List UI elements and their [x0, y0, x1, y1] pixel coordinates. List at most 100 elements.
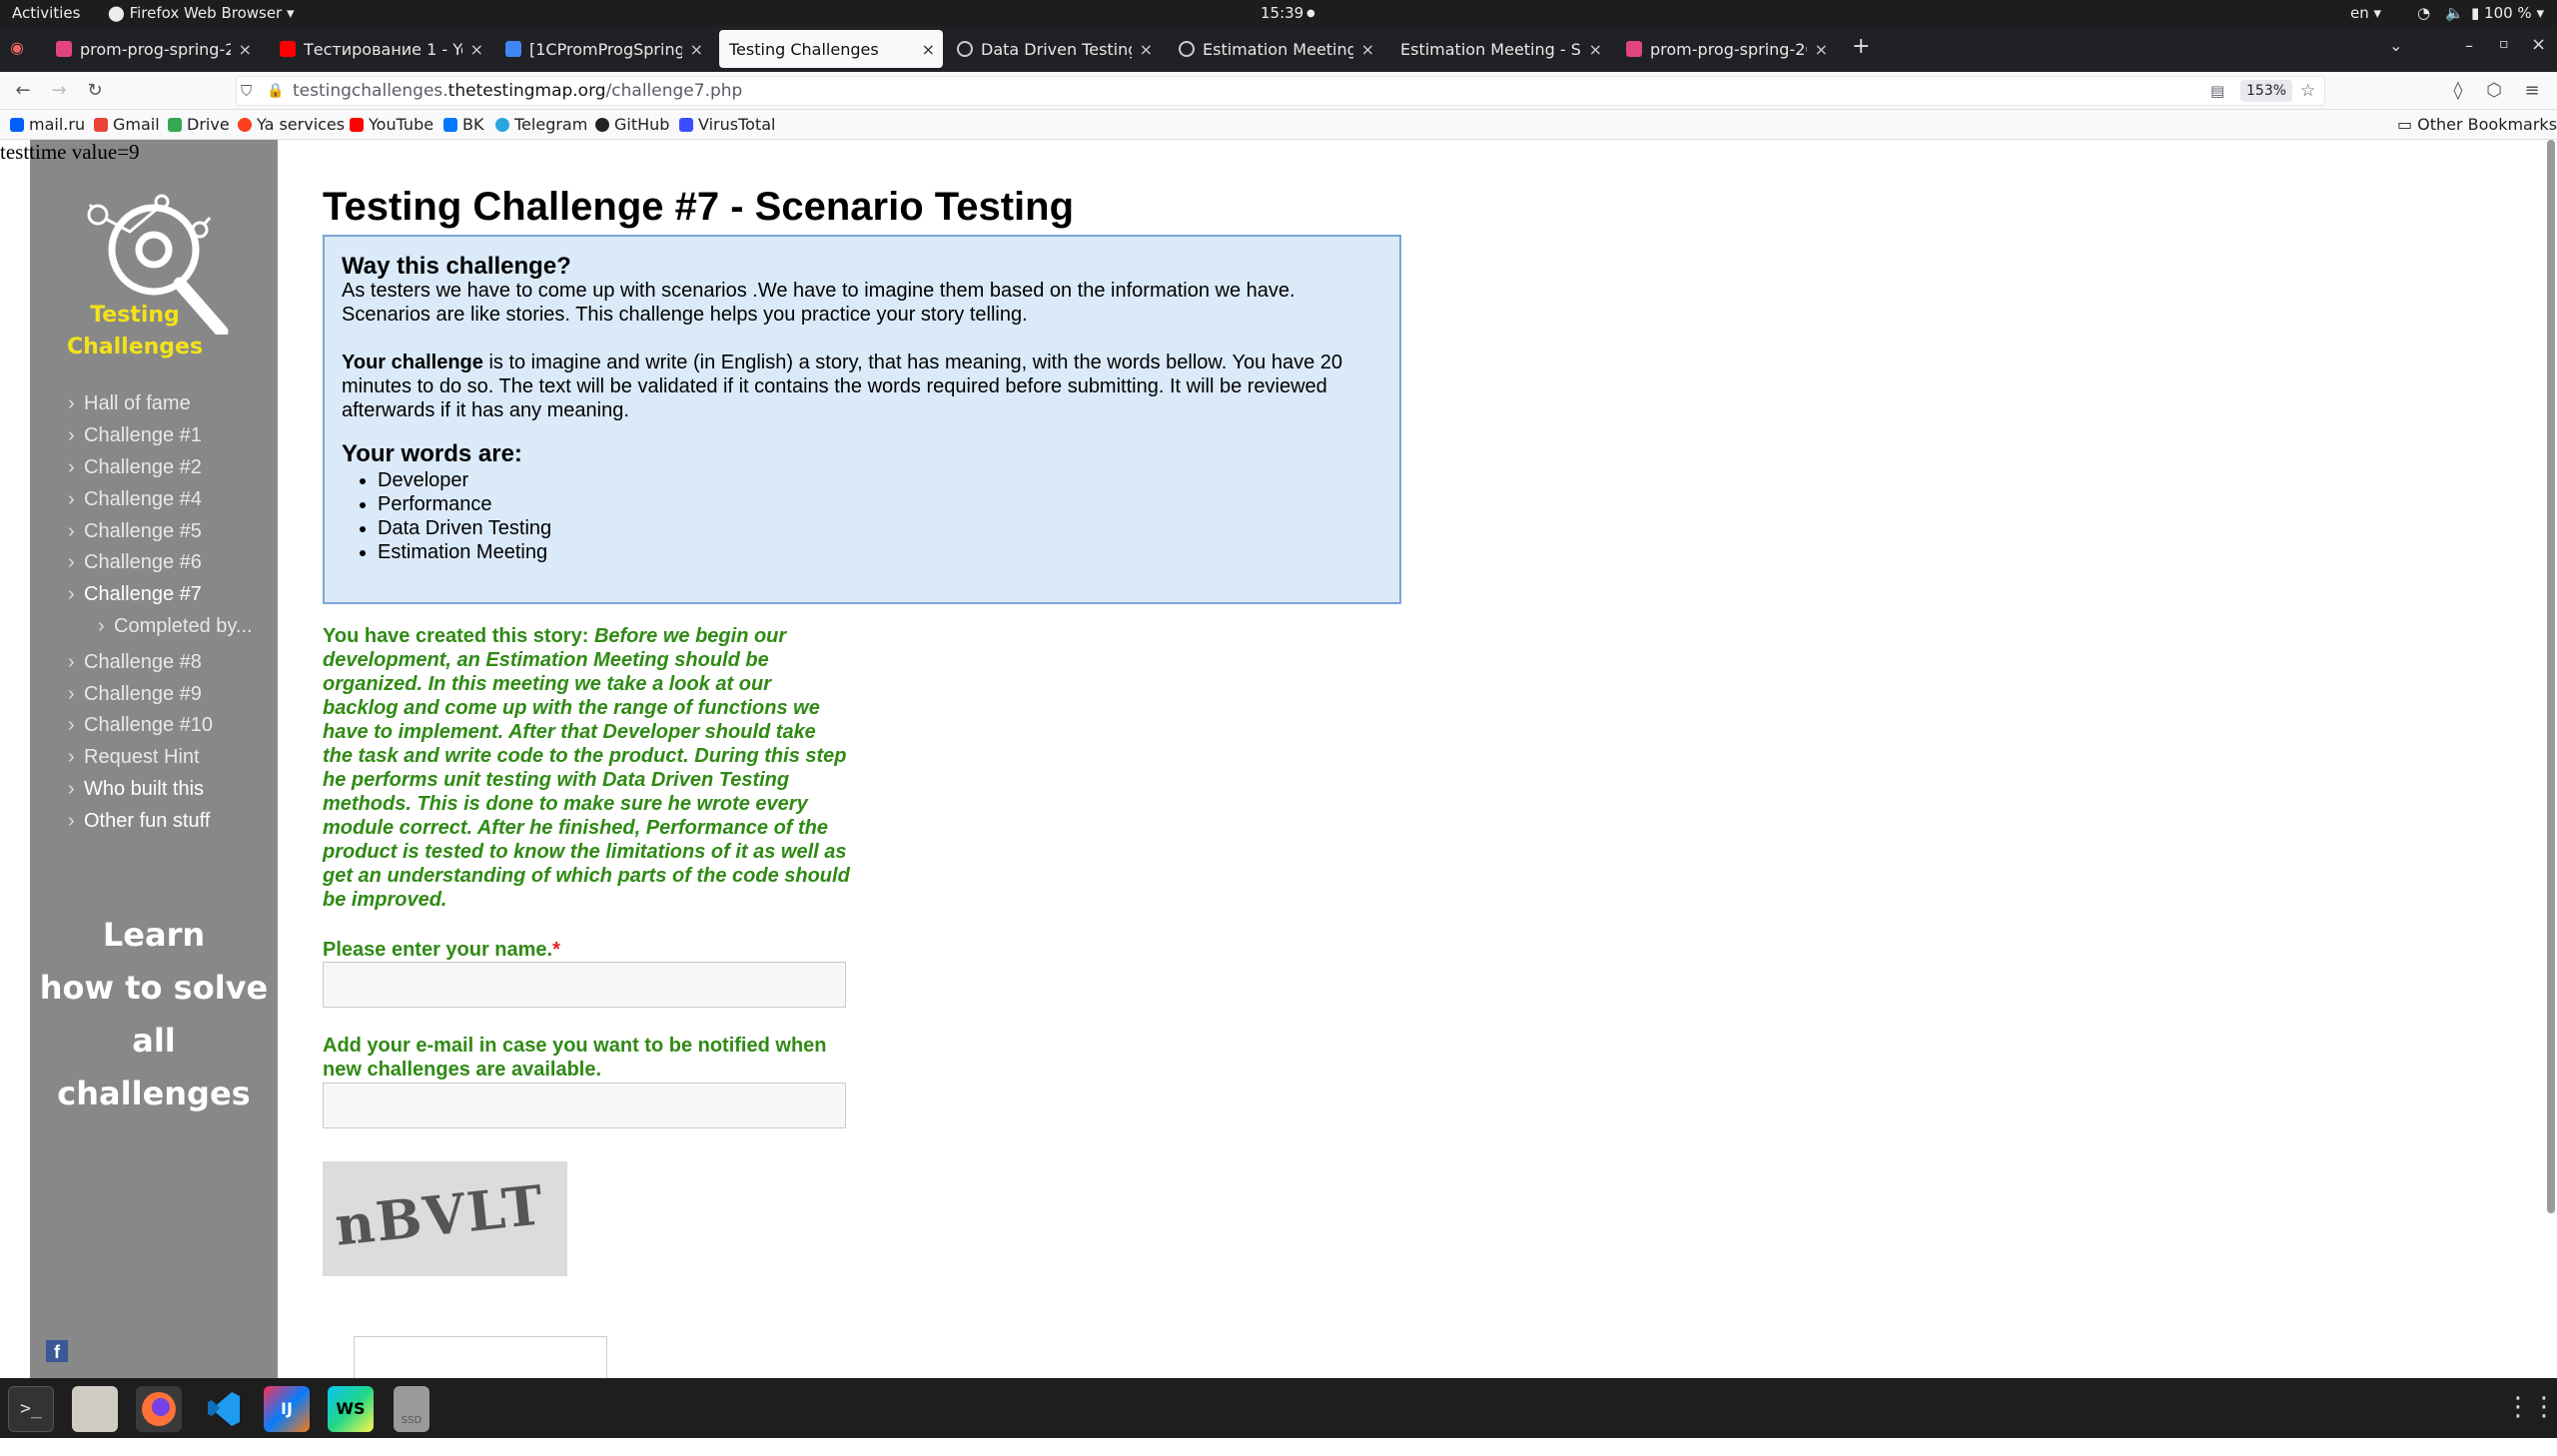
bookmark-ya-services[interactable]: Ya services — [238, 115, 345, 134]
extensions-icon[interactable]: ⬡ — [2481, 78, 2507, 104]
address-bar[interactable]: ⛉ 🔒 testingchallenges.thetestingmap.org/… — [236, 76, 2325, 106]
sidebar-item-challenge-2[interactable]: › Challenge #2 — [68, 456, 202, 479]
tab-data-driven-testing[interactable]: Data Driven Testing - П× — [947, 30, 1161, 68]
captcha-image: nBVLT — [323, 1161, 567, 1276]
webstorm-icon[interactable]: WS — [328, 1386, 374, 1432]
clock[interactable]: 15:39 — [1261, 4, 1303, 22]
wifi-icon[interactable]: ◔ — [2417, 4, 2430, 22]
volume-icon[interactable]: 🔈 — [2445, 4, 2464, 22]
lock-icon[interactable]: 🔒 — [267, 77, 284, 105]
intellij-icon[interactable]: IJ — [264, 1386, 310, 1432]
battery-indicator[interactable]: ▮ 100 % ▾ — [2471, 4, 2544, 22]
learn-how-to-solve-banner[interactable]: Learn how to solve all challenges — [30, 909, 278, 1120]
sidebar-item-request-hint[interactable]: › Request Hint — [68, 746, 200, 769]
virustotal-icon — [679, 117, 693, 132]
words-heading: Your words are: — [342, 440, 522, 467]
sidebar-item-challenge-9[interactable]: › Challenge #9 — [68, 683, 202, 706]
telegram-icon — [495, 117, 509, 132]
tab-strip: ◉ prom-prog-spring-2023× Тестирование 1 … — [0, 26, 2557, 72]
shield-icon[interactable]: ⛉ — [241, 77, 252, 105]
tab-docs[interactable]: [1CPromProgSpring2023]× — [495, 30, 711, 68]
firefox-dock-icon[interactable] — [136, 1386, 182, 1432]
language-indicator[interactable]: en ▾ — [2350, 4, 2381, 22]
bookmark-mailru[interactable]: mail.ru — [10, 115, 85, 134]
bookmark-vk[interactable]: BK — [443, 115, 483, 134]
bookmark-drive[interactable]: Drive — [168, 115, 230, 134]
close-icon[interactable]: × — [922, 40, 935, 59]
reader-view-icon[interactable]: ▤ — [2210, 77, 2224, 105]
sidebar-item-challenge-7[interactable]: › Challenge #7 — [68, 583, 202, 606]
mailru-icon — [10, 117, 24, 132]
bookmark-star-icon[interactable]: ☆ — [2300, 77, 2315, 105]
required-mark: * — [552, 939, 560, 961]
list-all-tabs-icon[interactable]: ⌄ — [2389, 36, 2402, 55]
slack-icon — [56, 41, 72, 57]
tab-estimation-meeting-scrum[interactable]: Estimation Meeting - Scrum× — [1390, 30, 1610, 68]
page-title: Testing Challenge #7 - Scenario Testing — [323, 185, 1075, 229]
close-icon[interactable]: × — [1815, 40, 1828, 59]
name-input[interactable] — [323, 962, 846, 1008]
close-icon[interactable]: × — [239, 40, 252, 59]
sidebar-item-hall-of-fame[interactable]: › Hall of fame — [68, 392, 191, 415]
ssd-drive-icon[interactable]: SSD — [394, 1386, 429, 1432]
close-icon[interactable]: × — [1589, 40, 1602, 59]
forward-icon[interactable]: → — [46, 78, 72, 104]
tab-testing-challenges[interactable]: Testing Challenges × — [719, 30, 943, 68]
facebook-icon[interactable]: f — [46, 1340, 68, 1362]
terminal-icon[interactable]: >_ — [8, 1386, 54, 1432]
close-icon[interactable]: × — [690, 40, 703, 59]
captcha-input[interactable] — [354, 1336, 607, 1378]
tab-youtube[interactable]: Тестирование 1 - YouTube× — [270, 30, 491, 68]
bookmark-telegram[interactable]: Telegram — [495, 115, 587, 134]
app-menu[interactable]: ⬤ Firefox Web Browser ▾ — [108, 4, 295, 22]
email-input[interactable] — [323, 1083, 846, 1128]
scrollbar-thumb[interactable] — [2547, 140, 2555, 1213]
sidebar-item-challenge-5[interactable]: › Challenge #5 — [68, 520, 202, 543]
system-top-bar: Activities ⬤ Firefox Web Browser ▾ 15:39… — [0, 0, 2557, 26]
maximize-icon[interactable]: ▫ — [2499, 36, 2509, 52]
url-path: /challenge7.php — [605, 81, 743, 101]
sidebar-item-other-fun-stuff[interactable]: › Other fun stuff — [68, 810, 210, 833]
bookmark-youtube[interactable]: YouTube — [350, 115, 433, 134]
close-icon[interactable]: × — [470, 40, 483, 59]
menu-icon[interactable]: ≡ — [2519, 78, 2545, 104]
bookmark-gmail[interactable]: Gmail — [94, 115, 160, 134]
sidebar-item-completed-by[interactable]: › Completed by... — [98, 615, 253, 638]
sidebar-item-challenge-10[interactable]: › Challenge #10 — [68, 714, 213, 737]
url-prefix: testingchallenges. — [293, 81, 448, 101]
sidebar-item-challenge-6[interactable]: › Challenge #6 — [68, 551, 202, 574]
window-close-icon[interactable]: × — [2531, 34, 2546, 55]
sidebar: Testing Challenges › Hall of fame › Challe… — [30, 140, 278, 1378]
tab-estimation-meeting[interactable]: Estimation Meeting - П× — [1169, 30, 1382, 68]
vscode-icon[interactable] — [200, 1386, 246, 1432]
tab-prom-prog-2[interactable]: prom-prog-spring-2023× — [1616, 30, 1836, 68]
bookmark-github[interactable]: GitHub — [595, 115, 669, 134]
firefox-view-icon[interactable]: ◉ — [10, 38, 24, 57]
other-bookmarks[interactable]: ▭ Other Bookmarks — [2397, 115, 2557, 134]
globe-icon — [957, 41, 973, 57]
new-tab-button[interactable]: + — [1852, 34, 1870, 59]
activities-button[interactable]: Activities — [12, 4, 80, 22]
sidebar-item-who-built-this[interactable]: › Who built this — [68, 778, 204, 801]
close-icon[interactable]: × — [1361, 40, 1374, 59]
youtube-icon — [350, 117, 364, 132]
reload-icon[interactable]: ↻ — [82, 78, 108, 104]
sidebar-item-challenge-8[interactable]: › Challenge #8 — [68, 651, 202, 674]
zoom-level[interactable]: 153% — [2240, 80, 2293, 102]
drive-icon — [168, 117, 182, 132]
sidebar-item-challenge-1[interactable]: › Challenge #1 — [68, 424, 202, 447]
youtube-icon — [280, 41, 296, 57]
back-icon[interactable]: ← — [10, 78, 36, 104]
slack-icon — [1626, 41, 1642, 57]
tab-prom-prog-1[interactable]: prom-prog-spring-2023× — [46, 30, 260, 68]
minimize-icon[interactable]: – — [2465, 36, 2473, 55]
files-icon[interactable] — [72, 1386, 118, 1432]
bookmark-virustotal[interactable]: VirusTotal — [679, 115, 775, 134]
folder-icon: ▭ — [2397, 115, 2413, 134]
challenge-info-box: Way this challenge? As testers we have t… — [323, 235, 1401, 604]
pocket-icon[interactable]: ◊ — [2445, 78, 2471, 104]
sidebar-item-challenge-4[interactable]: › Challenge #4 — [68, 488, 202, 511]
close-icon[interactable]: × — [1140, 40, 1153, 59]
gmail-icon — [94, 117, 108, 132]
app-grid-icon[interactable]: ⋮⋮⋮ — [2505, 1394, 2557, 1420]
